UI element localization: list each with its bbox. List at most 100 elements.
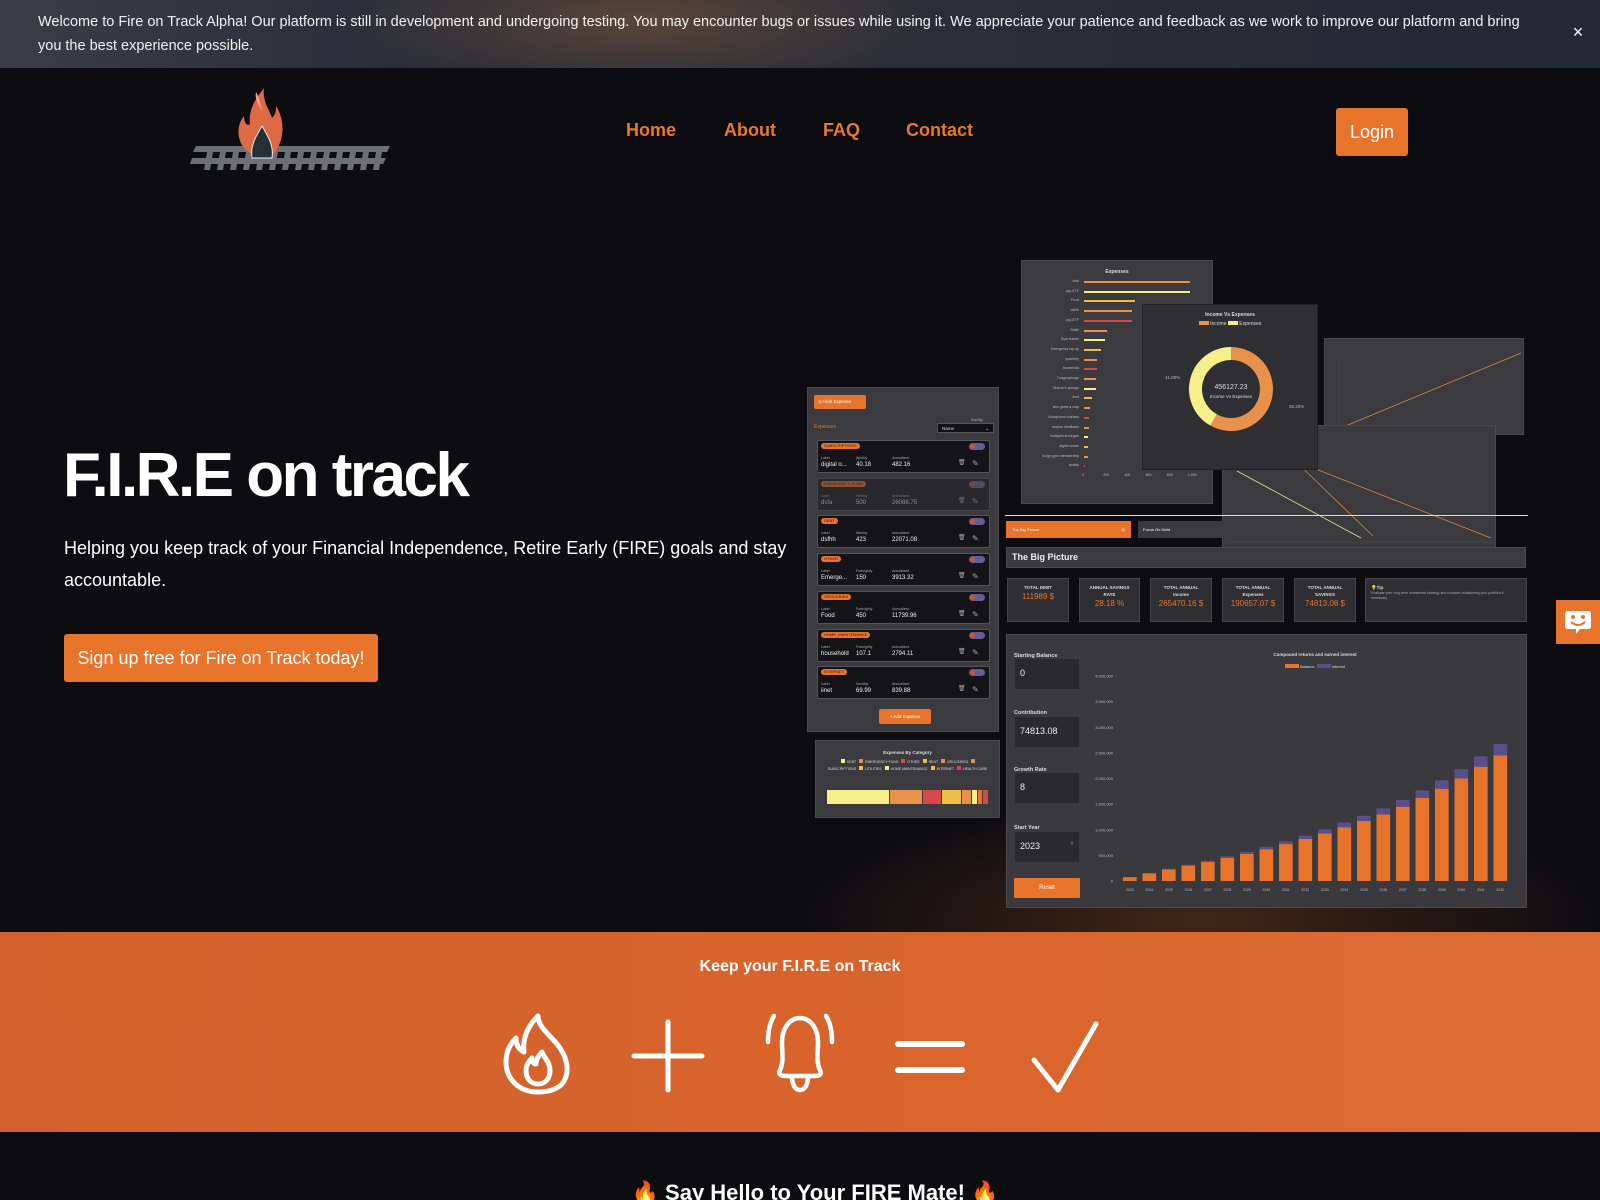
legend-text: UTILITIES xyxy=(865,767,882,771)
edit-icon[interactable]: ✎ xyxy=(972,497,979,506)
category-badge: INTERNET xyxy=(821,669,847,676)
expense-bar xyxy=(1084,339,1106,342)
expense-toggle[interactable] xyxy=(969,593,985,601)
expense-bar xyxy=(1084,281,1190,283)
donut-center-value: 456127.23 xyxy=(1214,384,1248,391)
page: Welcome to Fire on Track Alpha! Our plat… xyxy=(0,0,1600,1200)
nav-faq[interactable]: FAQ xyxy=(823,120,860,141)
fire-on-track-logo[interactable] xyxy=(190,88,395,170)
category-legend-item: HEALTH CARE xyxy=(954,766,987,771)
category-segment xyxy=(827,790,890,804)
expense-bar-label: marion medibank xyxy=(1052,424,1079,429)
expense-tick: 1,000 xyxy=(1188,473,1197,477)
trash-icon[interactable]: 🗑 xyxy=(958,534,966,541)
tab-focus-on-debt[interactable]: Focus On Debt xyxy=(1138,521,1223,538)
nav-contact[interactable]: Contact xyxy=(906,120,973,141)
category-legend: DEBT EMERGENCY FUND OTHER RENT GROCERIES SUBS… xyxy=(826,759,989,773)
annualized-value: 3913.32 xyxy=(892,575,914,582)
annualized-value: 26088.75 xyxy=(892,499,918,506)
legend-text: GROCERIES xyxy=(947,760,969,764)
tab-label: The Big Picture xyxy=(1012,527,1040,532)
category-segment xyxy=(922,790,943,804)
signup-cta-button[interactable]: Sign up free for Fire on Track today! xyxy=(64,634,378,682)
balance-bar xyxy=(1357,821,1371,881)
trash-icon[interactable]: 🗑 xyxy=(958,497,966,504)
expense-row: GROCERIES Label Food Fortnightly 450 Annualiz… xyxy=(817,590,990,624)
trash-icon[interactable]: 🗑 xyxy=(958,459,966,466)
category-legend-item: OTHER xyxy=(898,759,920,764)
chat-smiley-icon xyxy=(1565,611,1591,634)
sort-select[interactable]: Name ⌄ xyxy=(937,423,994,433)
expense-tick: 200 xyxy=(1103,473,1110,477)
balance-bar xyxy=(1435,788,1449,881)
interest-bar xyxy=(1220,856,1235,858)
edit-icon[interactable]: ✎ xyxy=(972,685,979,694)
expense-bar-label: spotify xyxy=(1068,463,1079,468)
trash-icon[interactable]: 🗑 xyxy=(958,572,966,579)
interest-bar xyxy=(1337,822,1352,828)
donut-chart xyxy=(1189,347,1273,431)
expense-label: digital o... xyxy=(821,462,847,468)
trash-icon[interactable]: 🗑 xyxy=(958,648,966,655)
annualized-value: 11739.96 xyxy=(892,612,917,619)
edit-icon[interactable]: ✎ xyxy=(972,648,979,657)
stat-card: TOTAL ANNUAL Expenses 190657.07 $ xyxy=(1222,578,1284,622)
hide-expense-button[interactable]: ⊘ Hide Expense xyxy=(814,395,866,409)
dashboard-preview-image: Expenses dsfa ocp-ETF Food dsfhh ocp-ETF Smil… xyxy=(806,255,1528,910)
nav-about[interactable]: About xyxy=(724,120,776,141)
interest-bar xyxy=(1318,829,1332,834)
expense-bar-label: Food xyxy=(1071,298,1079,303)
y-tick-label: 0 xyxy=(1111,879,1114,884)
category-badge: EMERGENCY_FUND xyxy=(821,480,867,487)
hero-subtitle: Helping you keep track of your Financial… xyxy=(64,538,787,590)
expense-toggle[interactable] xyxy=(969,669,985,677)
balance-bar xyxy=(1298,838,1313,881)
annualized-label: Annualized xyxy=(892,456,910,460)
trash-icon[interactable]: 🗑 xyxy=(958,610,966,617)
expense-bar xyxy=(1084,426,1090,429)
expense-toggle[interactable] xyxy=(969,631,985,639)
tab-big-picture[interactable]: The Big Picture ◎ xyxy=(1006,521,1131,538)
x-tick-label: 2036 xyxy=(1379,888,1387,892)
expense-bar-label: Tunga splurge xyxy=(1056,376,1079,380)
y-tick-label: 1,500,000 xyxy=(1095,802,1114,807)
category-badge: SUBSCRIPTIONS xyxy=(821,443,860,449)
interest-bar xyxy=(1357,815,1371,822)
add-expense-button[interactable]: + Add Expense xyxy=(879,709,931,724)
banner-text: Welcome to Fire on Track Alpha! Our plat… xyxy=(38,14,1520,54)
x-tick-label: 2040 xyxy=(1457,888,1465,892)
stat-label: TOTAL ANNUAL SAVINGS xyxy=(1307,585,1343,597)
stat-card: TOTAL DEBT 111989 $ xyxy=(1007,578,1069,622)
expense-row: DEBT Label dsfhh Weekly 423 Annualized 22071.0… xyxy=(817,515,990,549)
edit-icon[interactable]: ✎ xyxy=(972,459,979,468)
chat-widget-button[interactable] xyxy=(1556,600,1600,644)
expenses-label: Expenses xyxy=(814,424,836,430)
expense-toggle[interactable] xyxy=(969,443,985,450)
x-tick-label: 2027 xyxy=(1204,888,1212,892)
legend-swatch xyxy=(922,759,927,763)
expense-toggle[interactable] xyxy=(969,480,985,488)
amount: 423 xyxy=(856,537,867,544)
expense-bar-label: dsfhh xyxy=(1070,308,1079,313)
x-tick-label: 2035 xyxy=(1360,888,1368,892)
edit-icon[interactable]: ✎ xyxy=(972,534,979,543)
stat-value: 265470.16 $ xyxy=(1158,599,1204,608)
close-icon[interactable]: × xyxy=(1568,22,1588,42)
y-tick-label: 3,000,000 xyxy=(1095,725,1114,730)
expense-toggle[interactable] xyxy=(969,518,985,526)
trash-icon[interactable]: 🗑 xyxy=(958,685,966,692)
legend-text: HOME MAINTENANCE xyxy=(890,767,928,771)
nav-home[interactable]: Home xyxy=(626,120,676,141)
category-legend-item: RENT xyxy=(920,759,938,764)
legend-text: OTHER xyxy=(907,760,920,764)
expense-bar xyxy=(1084,465,1086,468)
login-button[interactable]: Login xyxy=(1336,108,1408,156)
category-badge: GROCERIES xyxy=(821,593,852,600)
projection-line-chart-panel xyxy=(1324,338,1524,435)
category-badge: HOME_MAINTENANCE xyxy=(821,631,871,638)
expense-toggle[interactable] xyxy=(969,556,985,564)
frequency: Monthly xyxy=(856,682,869,687)
edit-icon[interactable]: ✎ xyxy=(972,610,979,619)
edit-icon[interactable]: ✎ xyxy=(972,572,979,581)
interest-bar xyxy=(1396,799,1410,807)
